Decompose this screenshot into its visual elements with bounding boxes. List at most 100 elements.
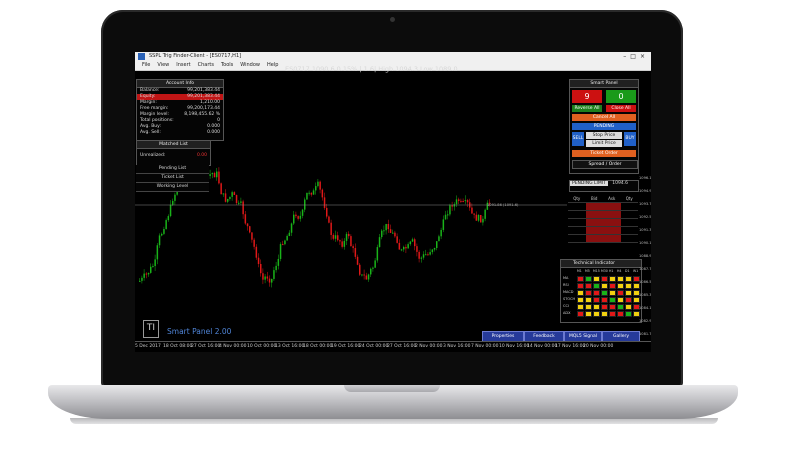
price-tick: 1085.3	[639, 293, 651, 297]
cancel-all-button[interactable]: Cancel All	[572, 114, 636, 121]
candle-body	[328, 216, 330, 223]
buy-quote-button[interactable]: 0	[606, 90, 636, 103]
candle-body	[484, 209, 486, 219]
candle-body	[147, 272, 150, 275]
indicator-cell	[609, 304, 616, 310]
smart-panel-header[interactable]: Smart Panel	[570, 80, 638, 88]
spread-order-dropdown[interactable]: Spread / Order	[572, 160, 638, 169]
order-price: 1094.6	[612, 181, 628, 186]
working-level-dropdown[interactable]: Working Level	[136, 183, 209, 192]
candle-body	[273, 270, 275, 279]
time-tick: 20 Nov 00:00	[583, 344, 614, 349]
pending-sell-button[interactable]: SELL	[572, 132, 584, 146]
order-book-row[interactable]	[568, 227, 638, 235]
time-tick: 19 Oct 16:00	[331, 344, 361, 349]
candle-body	[172, 200, 174, 205]
candle-body	[319, 181, 321, 190]
candle-body	[396, 236, 398, 243]
menu-window[interactable]: Window	[240, 62, 260, 68]
price-tick: 1081.7	[639, 332, 651, 336]
candle-body	[359, 264, 361, 275]
indicator-cell	[593, 297, 600, 303]
candle-body	[444, 214, 447, 220]
time-tick: 5 Dec 2017	[135, 344, 161, 349]
candle-body	[262, 273, 264, 280]
candle-body	[266, 276, 269, 279]
menu-file[interactable]: File	[142, 62, 150, 68]
candle-body	[229, 196, 231, 200]
order-book-row[interactable]	[568, 203, 638, 211]
candle-body	[264, 276, 266, 280]
price-tick: 1093.7	[639, 202, 651, 206]
candle-body	[345, 233, 348, 241]
menu-insert[interactable]: Insert	[176, 62, 190, 68]
candle-body	[420, 257, 423, 259]
reverse-all-button[interactable]: Reverse All	[572, 105, 602, 112]
candle-body	[240, 201, 242, 203]
candle-body	[405, 246, 407, 249]
indicator-row-label: RSI	[563, 283, 569, 287]
candle-body	[400, 249, 403, 251]
candle-body	[246, 223, 249, 227]
indicator-cell	[593, 304, 600, 310]
time-tick: 4 Nov 00:00	[219, 344, 247, 349]
candle-body	[372, 267, 374, 269]
order-book-row[interactable]	[568, 211, 638, 219]
candle-body	[414, 239, 416, 247]
indicator-cell	[625, 276, 632, 282]
menu-tools[interactable]: Tools	[221, 62, 233, 68]
candle-body	[453, 204, 456, 207]
candle-body	[220, 183, 222, 195]
order-book-cell	[603, 219, 621, 226]
order-book-cell	[568, 211, 586, 218]
pending-buy-button[interactable]: BUY	[624, 132, 636, 146]
limit-price-field[interactable]: Limit Price	[586, 140, 622, 147]
order-book-row[interactable]	[568, 235, 638, 243]
order-book-cell	[585, 211, 603, 218]
pending-list-dropdown[interactable]: Pending List	[136, 165, 209, 174]
time-tick: 13 Oct 16:00	[275, 344, 305, 349]
order-type-select[interactable]: PENDING LIMIT	[570, 181, 608, 186]
candle-body	[350, 236, 352, 247]
candle-body	[293, 214, 295, 224]
menu-help[interactable]: Help	[267, 62, 278, 68]
time-tick: 18 Oct 08:00	[163, 344, 193, 349]
price-tick: 1082.9	[639, 319, 651, 323]
matched-list-header[interactable]: Matched List	[137, 141, 210, 149]
indicator-row-label: MACD	[563, 290, 574, 294]
stop-price-field[interactable]: Stop Price	[586, 132, 622, 139]
candle-body	[389, 229, 392, 233]
candle-body	[398, 242, 401, 250]
indicator-cell	[617, 297, 624, 303]
order-book-cell	[603, 203, 621, 210]
indicator-cell	[601, 311, 608, 317]
indicator-col-label: M5	[585, 269, 590, 273]
ticket-list-dropdown[interactable]: Ticket List	[136, 174, 209, 183]
window-controls[interactable]: –□×	[623, 52, 649, 61]
order-book-cell	[603, 211, 621, 218]
candle-body	[158, 235, 161, 246]
time-tick: 14 Nov 00:00	[527, 344, 558, 349]
quote-bar: ES0717 1090.6 0.15% | 1.6| High 1094.3 L…	[285, 65, 458, 73]
ticket-order-button[interactable]: Ticket Order	[572, 150, 636, 157]
account-info-header[interactable]: Account Info	[137, 80, 223, 88]
indicator-cell	[585, 297, 592, 303]
candle-body	[330, 222, 332, 235]
close-all-button[interactable]: Close All	[606, 105, 636, 112]
candle-body	[403, 246, 405, 250]
candle-body	[482, 218, 484, 223]
indicator-cell	[601, 276, 608, 282]
pending-button[interactable]: PENDING	[572, 123, 636, 130]
candle-body	[299, 215, 302, 219]
account-value: 0.000	[207, 130, 220, 135]
candle-body	[304, 199, 306, 210]
candle-body	[352, 246, 354, 249]
menu-charts[interactable]: Charts	[198, 62, 214, 68]
sell-quote-button[interactable]: 9	[572, 90, 602, 103]
account-value: 8,198,455.62 %	[184, 112, 220, 117]
account-row: Avg. Sell: 0.000	[137, 130, 223, 136]
candle-body	[224, 193, 227, 202]
menu-view[interactable]: View	[157, 62, 169, 68]
indicator-cell	[625, 283, 632, 289]
order-book-row[interactable]	[568, 219, 638, 227]
